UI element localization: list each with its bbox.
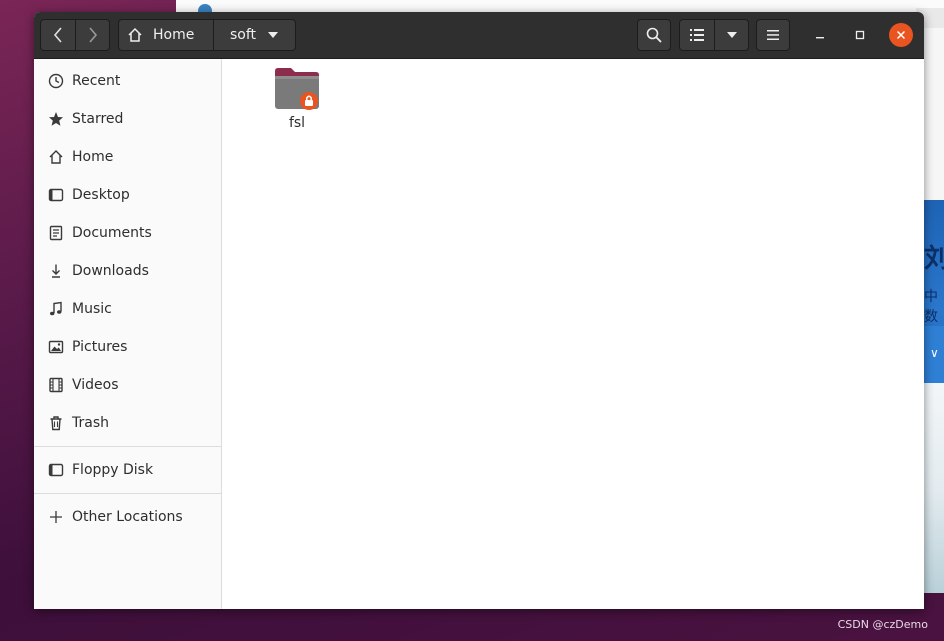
sidebar-item-label: Home	[72, 149, 114, 165]
file-item-fsl[interactable]: fsl	[267, 67, 327, 131]
sidebar-divider	[34, 446, 221, 447]
sidebar-item-label: Floppy Disk	[72, 462, 154, 478]
sidebar-item-trash[interactable]: Trash	[34, 404, 221, 442]
hamburger-icon	[767, 30, 779, 40]
music-note-icon	[50, 301, 62, 316]
watermark: CSDN @czDemo	[837, 618, 928, 631]
desktop-icon	[48, 188, 64, 202]
sidebar-item-label: Music	[72, 301, 112, 317]
chevron-right-icon	[89, 27, 98, 43]
clock-icon	[48, 73, 64, 89]
navigation-buttons	[40, 19, 110, 51]
chevron-down-icon	[268, 32, 279, 38]
search-button[interactable]	[637, 19, 671, 51]
sidebar-item-documents[interactable]: Documents	[34, 214, 221, 252]
view-options-button[interactable]	[715, 20, 749, 50]
sidebar-item-label: Other Locations	[72, 509, 183, 525]
locked-folder-icon	[275, 68, 319, 110]
chevron-down-icon	[727, 32, 737, 38]
file-view[interactable]: fsl	[223, 59, 924, 609]
minimize-icon	[816, 37, 824, 39]
picture-icon	[48, 340, 64, 354]
sidebar-item-other-locations[interactable]: Other Locations	[34, 498, 221, 536]
path-home-label: Home	[153, 27, 195, 43]
trash-icon	[50, 416, 62, 431]
sidebar-item-recent[interactable]: Recent	[34, 62, 221, 100]
maximize-icon	[855, 30, 865, 40]
sidebar-item-label: Starred	[72, 111, 124, 127]
file-label: fsl	[288, 115, 306, 131]
sidebar-item-starred[interactable]: Starred	[34, 100, 221, 138]
list-view-button[interactable]	[680, 20, 714, 50]
background-banner-subtitle: 中数	[924, 289, 938, 325]
sidebar-item-downloads[interactable]: Downloads	[34, 252, 221, 290]
sidebar-item-music[interactable]: Music	[34, 290, 221, 328]
film-icon	[49, 377, 63, 393]
sidebar-divider	[34, 493, 221, 494]
sidebar-item-label: Recent	[72, 73, 121, 89]
maximize-button[interactable]	[848, 23, 872, 47]
sidebar-item-label: Documents	[72, 225, 152, 241]
sidebar-item-label: Pictures	[72, 339, 128, 355]
sidebar-item-label: Videos	[72, 377, 119, 393]
sidebar-item-pictures[interactable]: Pictures	[34, 328, 221, 366]
sidebar-item-home[interactable]: Home	[34, 138, 221, 176]
home-icon	[128, 27, 142, 42]
path-bar: Home soft	[118, 19, 296, 51]
close-icon	[896, 30, 906, 40]
sidebar-item-videos[interactable]: Videos	[34, 366, 221, 404]
background-banner-title: 刘	[924, 244, 944, 274]
path-current-label: soft	[230, 27, 257, 43]
star-icon	[49, 112, 63, 126]
path-current-button[interactable]: soft	[214, 20, 296, 50]
hamburger-menu-button[interactable]	[756, 19, 790, 51]
document-icon	[49, 225, 63, 241]
plus-icon	[50, 511, 62, 523]
sidebar-item-desktop[interactable]: Desktop	[34, 176, 221, 214]
minimize-button[interactable]	[808, 23, 832, 47]
back-button[interactable]	[41, 20, 75, 50]
forward-button[interactable]	[76, 20, 110, 50]
close-button[interactable]	[889, 23, 913, 47]
path-home-button[interactable]: Home	[119, 20, 213, 50]
view-buttons	[679, 19, 749, 51]
list-view-icon	[690, 29, 704, 41]
chevron-down-icon: ∨	[930, 346, 939, 360]
download-icon	[52, 264, 60, 278]
sidebar-item-label: Downloads	[72, 263, 149, 279]
headerbar: Home soft	[34, 12, 924, 59]
sidebar-item-label: Desktop	[72, 187, 130, 203]
chevron-left-icon	[53, 27, 62, 43]
home-icon	[49, 150, 63, 164]
sidebar: Recent Starred Home Desktop Documents Do…	[34, 59, 222, 609]
search-icon	[646, 27, 662, 43]
file-manager-window: Home soft Recent Starred Home Desktop Do…	[34, 12, 924, 609]
drive-icon	[48, 463, 64, 477]
sidebar-item-label: Trash	[72, 415, 109, 431]
sidebar-item-floppy-disk[interactable]: Floppy Disk	[34, 451, 221, 489]
background-image	[924, 383, 944, 593]
